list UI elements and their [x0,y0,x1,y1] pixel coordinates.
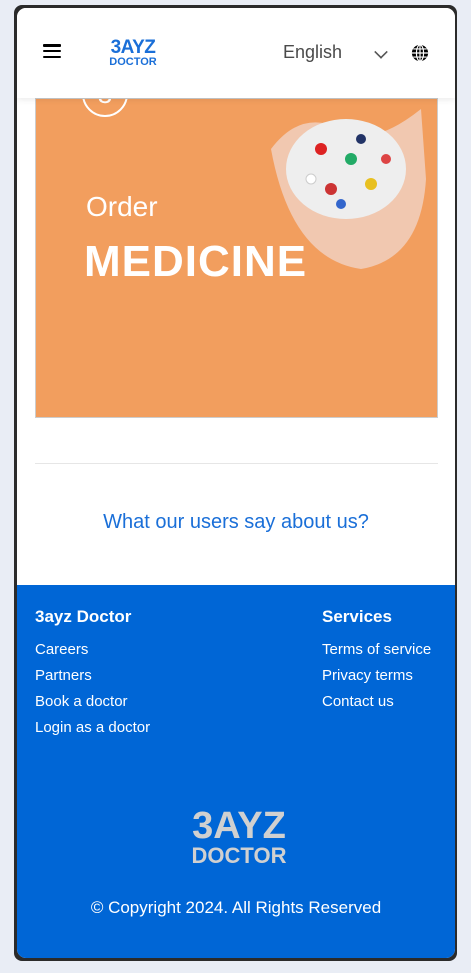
footer-link-login-doctor[interactable]: Login as a doctor [35,719,150,736]
logo[interactable]: 3AYZ DOCTOR [103,38,163,78]
footer-link-terms[interactable]: Terms of service [322,641,431,658]
footer-link-contact[interactable]: Contact us [322,693,431,710]
footer-col-services: Services Terms of service Privacy terms … [322,607,431,719]
menu-icon[interactable] [43,44,61,58]
step-number: 3 [82,99,128,117]
screen: 3AYZDOCTOR English 3 Order MEDICINE What… [17,8,455,958]
chevron-down-icon[interactable] [374,45,388,59]
header: 3AYZ DOCTOR English [17,8,455,98]
divider [35,463,438,464]
pills-hands-image [271,109,426,269]
footer-link-partners[interactable]: Partners [35,667,150,684]
language-select[interactable]: English [283,42,342,63]
footer-link-book-doctor[interactable]: Book a doctor [35,693,150,710]
footer-col-title: Services [322,607,392,626]
promo-line1: Order [86,191,158,222]
footer-logo: 3AYZ DOCTOR [191,805,287,868]
copyright: © Copyright 2024. All Rights Reserved [90,898,382,917]
globe-icon[interactable] [411,44,429,62]
order-medicine-banner[interactable]: 3 Order MEDICINE [35,98,438,418]
footer-col-company: 3ayz Doctor Careers Partners Book a doct… [35,607,150,745]
footer: 3ayz Doctor Careers Partners Book a doct… [17,585,455,958]
testimonials-heading: What our users say about us? [103,511,369,533]
footer-col-title: 3ayz Doctor [35,607,132,626]
footer-link-privacy[interactable]: Privacy terms [322,667,431,684]
footer-link-careers[interactable]: Careers [35,641,150,658]
